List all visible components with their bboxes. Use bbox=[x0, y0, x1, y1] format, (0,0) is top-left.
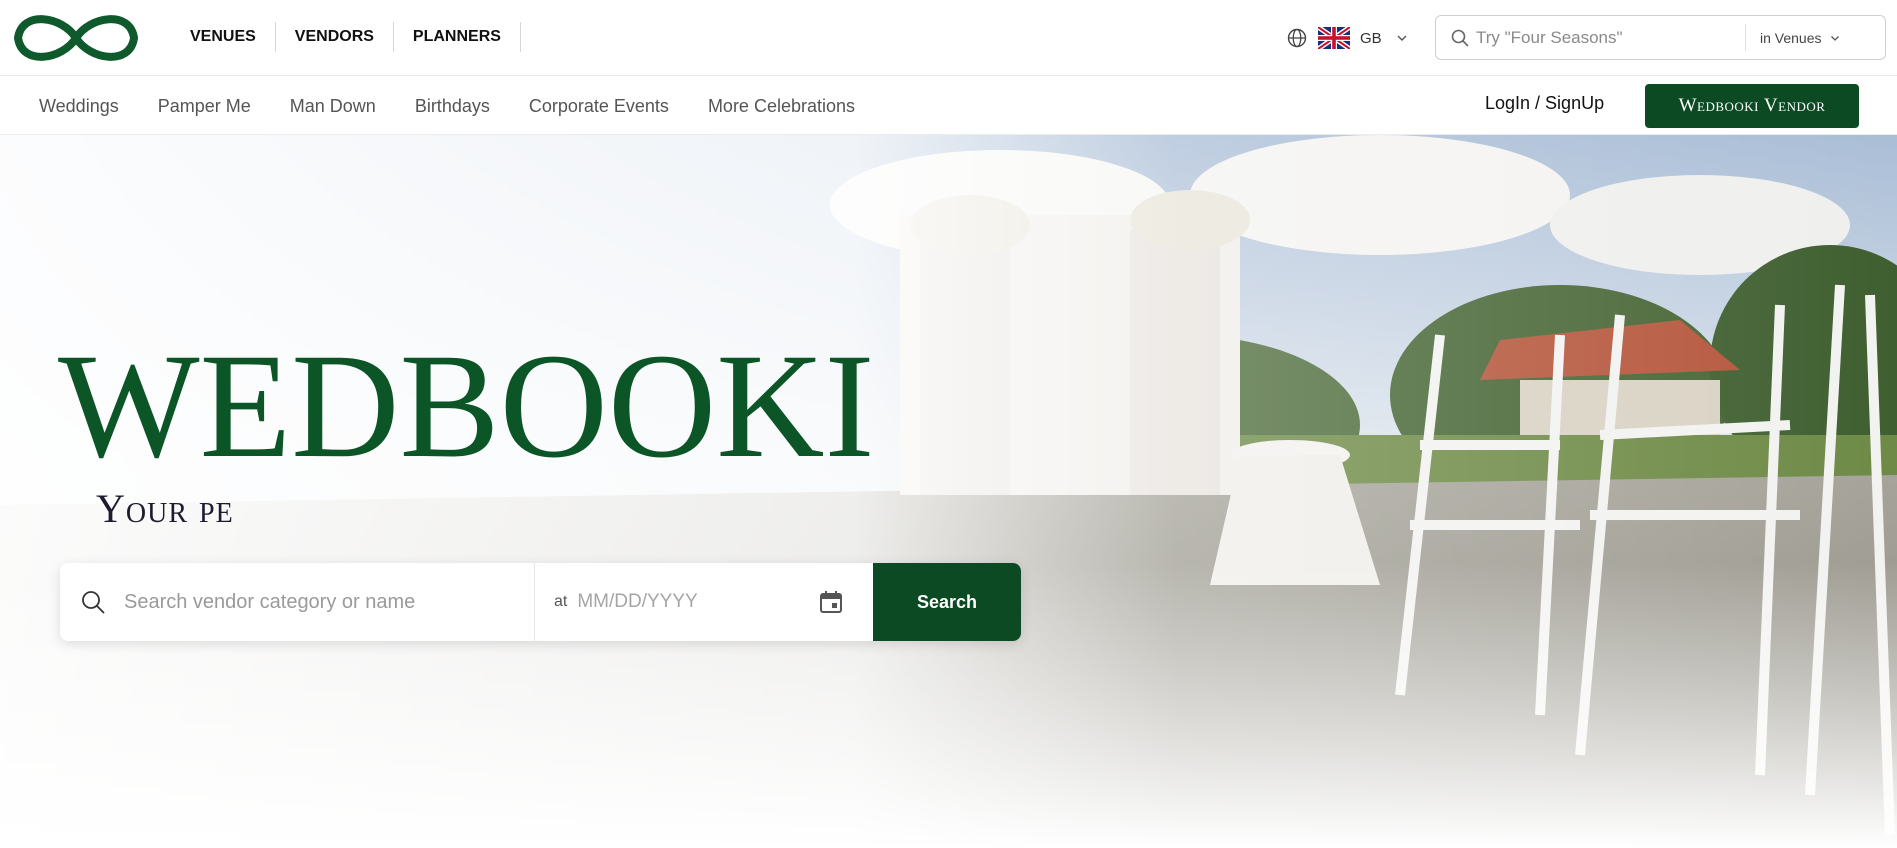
vendor-search-input[interactable] bbox=[124, 590, 524, 614]
wedbooki-vendor-button[interactable]: Wedbooki Vendor bbox=[1645, 84, 1859, 128]
language-code: GB bbox=[1360, 29, 1382, 47]
login-signup-link[interactable]: LogIn / SignUp bbox=[1485, 93, 1604, 114]
hero-tagline: Your pe bbox=[96, 486, 234, 531]
search-icon bbox=[1451, 29, 1469, 47]
nav-vendors[interactable]: VENDORS bbox=[276, 22, 394, 52]
category-man-down[interactable]: Man Down bbox=[290, 96, 376, 117]
category-more-celebrations[interactable]: More Celebrations bbox=[708, 96, 855, 117]
date-field: at bbox=[536, 563, 874, 641]
nav-planners[interactable]: PLANNERS bbox=[394, 22, 521, 52]
calendar-icon[interactable] bbox=[818, 589, 844, 615]
search-scope-label: in Venues bbox=[1760, 29, 1822, 46]
search-scope-dropdown[interactable]: in Venues bbox=[1745, 24, 1885, 51]
category-weddings[interactable]: Weddings bbox=[39, 96, 119, 117]
chevron-down-icon bbox=[1830, 35, 1839, 41]
date-input[interactable] bbox=[577, 591, 798, 613]
hero-section: WEDBOOKI Your pe at Search bbox=[0, 135, 1897, 848]
main-nav: VENUES VENDORS PLANNERS bbox=[170, 22, 521, 52]
category-nav: Weddings Pamper Me Man Down Birthdays Co… bbox=[39, 77, 894, 135]
hero-background-image bbox=[0, 135, 1897, 848]
wedbooki-logo[interactable] bbox=[12, 8, 140, 68]
chevron-down-icon bbox=[1397, 35, 1407, 41]
header-search-input[interactable] bbox=[1476, 27, 1766, 48]
category-bar: Weddings Pamper Me Man Down Birthdays Co… bbox=[0, 77, 1897, 135]
top-header: VENUES VENDORS PLANNERS GB Try "Four Sea… bbox=[0, 0, 1897, 76]
vendor-search-field bbox=[60, 563, 535, 641]
date-prefix-label: at bbox=[554, 593, 568, 610]
hero-brand-text: WEDBOOKI bbox=[58, 331, 875, 471]
header-search: in Venues bbox=[1435, 15, 1886, 60]
hero-brand-wordmark: WEDBOOKI bbox=[58, 331, 875, 471]
hero-search-button[interactable]: Search bbox=[873, 563, 1021, 641]
category-pamper-me[interactable]: Pamper Me bbox=[158, 96, 251, 117]
search-icon bbox=[82, 591, 105, 614]
hero-search-bar: at Search bbox=[60, 563, 1021, 641]
uk-flag-icon bbox=[1318, 27, 1350, 49]
category-birthdays[interactable]: Birthdays bbox=[415, 96, 490, 117]
nav-venues[interactable]: VENUES bbox=[170, 22, 276, 52]
globe-icon bbox=[1287, 28, 1307, 48]
category-corporate-events[interactable]: Corporate Events bbox=[529, 96, 669, 117]
language-selector[interactable]: GB bbox=[1286, 24, 1408, 52]
